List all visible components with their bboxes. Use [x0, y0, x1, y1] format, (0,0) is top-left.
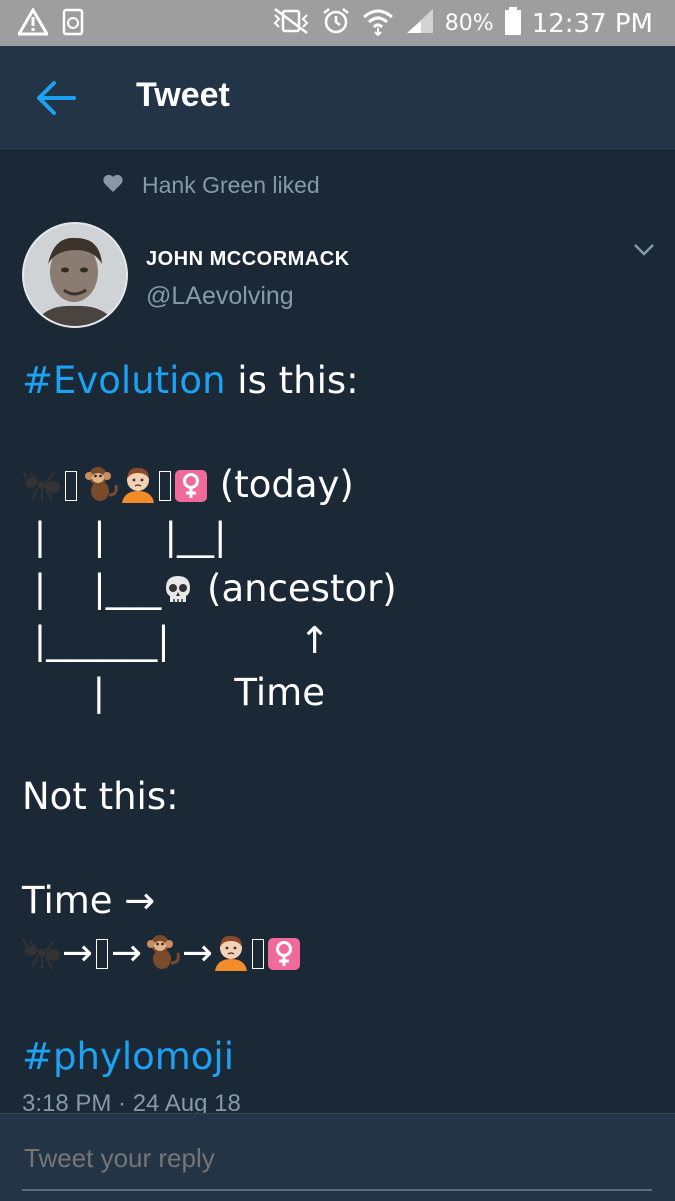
battery-percent: 80%	[444, 11, 494, 36]
arrow-glyph: →	[62, 931, 94, 974]
tweet-line: #phylomoji	[22, 1031, 662, 1083]
avatar[interactable]	[22, 222, 128, 328]
clock: 12:37 PM	[531, 8, 653, 39]
tweet-text-segment: (today)	[208, 463, 354, 506]
tweet-text: #Evolution is this: (today) | | |__| | |…	[22, 355, 662, 1083]
missing-glyph-icon	[159, 471, 171, 501]
monkey-emoji-icon	[142, 933, 182, 985]
missing-glyph-icon	[96, 939, 109, 969]
vibrate-icon	[271, 7, 311, 40]
warning-icon	[16, 7, 50, 41]
hashtag-link[interactable]: #phylomoji	[22, 1035, 234, 1078]
battery-icon	[504, 6, 522, 41]
tweet-line: | Time	[22, 671, 325, 714]
tweet-timestamp: 3:18 PM · 24 Aug 18	[22, 1090, 241, 1114]
tweet-line: #Evolution is this:	[22, 355, 662, 407]
ant-emoji-icon	[22, 465, 62, 517]
author-handle[interactable]: @LAevolving	[146, 282, 294, 311]
heart-icon	[102, 172, 124, 199]
tweet-line: Not this:	[22, 775, 179, 818]
tweet-line: | | |__|	[22, 515, 227, 558]
tweet-text-segment: (ancestor)	[195, 567, 397, 610]
skull-emoji-icon	[161, 569, 195, 621]
reply-bar	[0, 1113, 675, 1201]
tweet-line: Time →	[22, 879, 156, 922]
reply-input[interactable]	[22, 1142, 656, 1175]
back-arrow-icon[interactable]	[34, 80, 78, 116]
author-name[interactable]: JOHN MCCORMACK	[146, 248, 350, 271]
female-sign-emoji-icon	[174, 465, 208, 517]
signal-icon	[405, 7, 435, 40]
tweet-line: |______| ↑	[22, 619, 331, 662]
tweet-text-segment: | |___	[22, 567, 162, 610]
reply-underline	[22, 1189, 652, 1191]
arrow-glyph: →	[111, 931, 143, 974]
page-title: Tweet	[136, 76, 230, 114]
tweet-line: (today)	[22, 459, 662, 511]
female-sign-emoji-icon	[267, 933, 301, 985]
tweet-line: | |___ (ancestor)	[22, 563, 662, 615]
arrow-glyph: →	[182, 931, 214, 974]
social-context[interactable]: Hank Green liked	[102, 172, 320, 199]
social-context-label: Hank Green liked	[142, 172, 320, 198]
missing-glyph-icon	[65, 471, 77, 501]
recycle-icon	[62, 8, 84, 41]
missing-glyph-icon	[252, 939, 265, 969]
wifi-icon	[361, 6, 395, 41]
status-bar: 80% 12:37 PM	[0, 0, 675, 46]
man-emoji-icon	[213, 933, 249, 985]
tweet-line: → → →	[22, 927, 662, 979]
hashtag-link[interactable]: #Evolution	[22, 359, 226, 402]
alarm-icon	[321, 6, 351, 41]
man-emoji-icon	[120, 465, 156, 517]
app-bar: Tweet	[0, 46, 675, 151]
ant-emoji-icon	[22, 933, 62, 985]
monkey-emoji-icon	[80, 465, 120, 517]
chevron-down-icon[interactable]	[632, 242, 656, 258]
tweet-text-segment: is this:	[225, 359, 359, 402]
